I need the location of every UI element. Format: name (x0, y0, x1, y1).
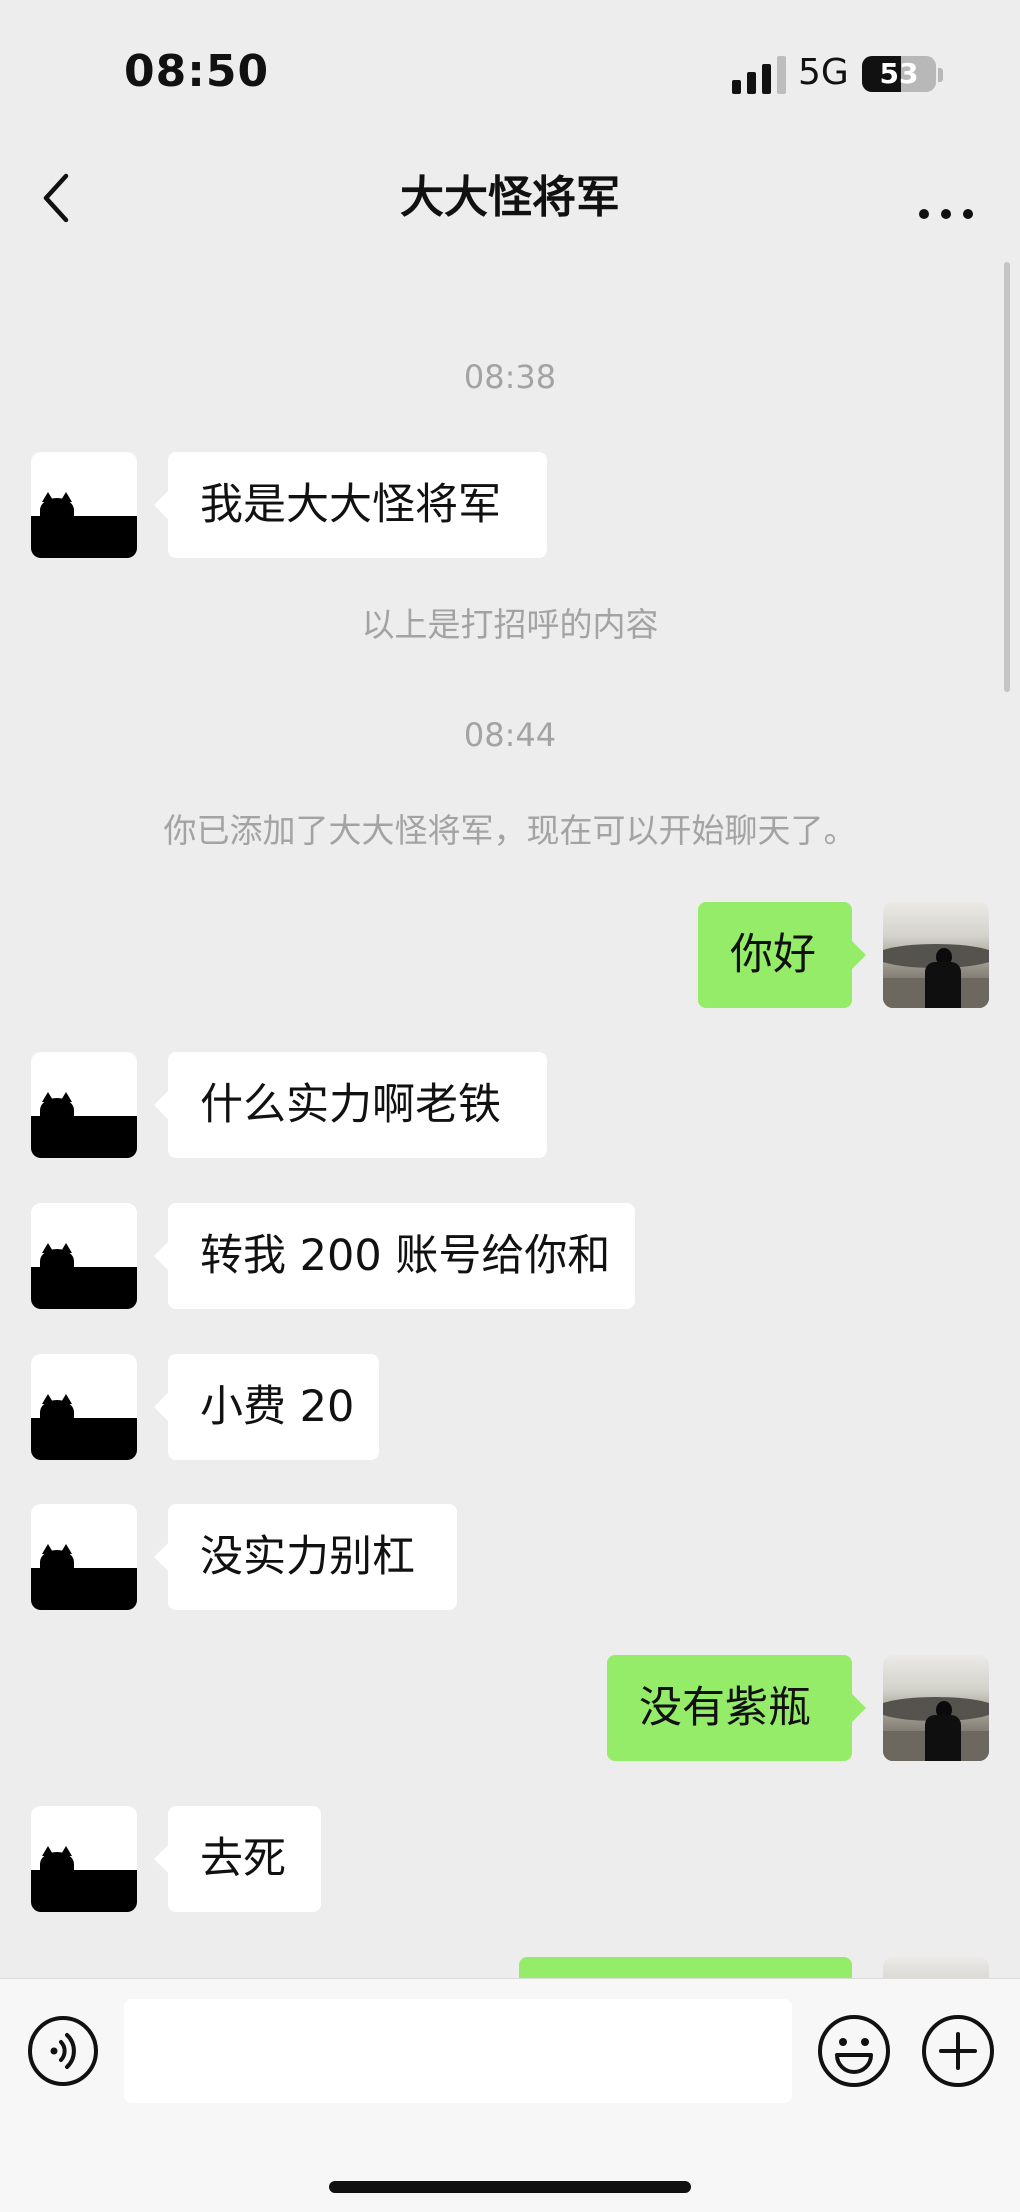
voice-wave-icon (28, 2016, 98, 2086)
plus-circle-icon (922, 2015, 994, 2087)
message-bubble-incoming[interactable]: 没实力别杠 (154, 1504, 457, 1610)
message-bubble-incoming[interactable]: 什么实力啊老铁 (154, 1052, 547, 1158)
input-bar (0, 1978, 1020, 2212)
message-bubble-incoming[interactable]: 小费 20 (154, 1354, 379, 1460)
ellipsis-icon (919, 209, 973, 219)
chat-header: 大大怪将军 (0, 150, 1020, 246)
contact-avatar[interactable] (31, 452, 137, 558)
battery-icon: 53 (862, 56, 936, 92)
timestamp: 08:44 (463, 716, 557, 754)
message-bubble-outgoing[interactable] (519, 1957, 852, 1978)
contact-avatar[interactable] (31, 1504, 137, 1610)
battery-percentage: 53 (879, 57, 919, 90)
network-type: 5G (798, 52, 849, 93)
timestamp: 08:38 (463, 358, 557, 396)
message-text: 你好 (730, 930, 816, 980)
voice-input-button[interactable] (27, 2015, 99, 2087)
status-time: 08:50 (124, 46, 270, 97)
smiley-icon (818, 2015, 890, 2087)
friend-added-notice: 你已添加了大大怪将军，现在可以开始聊天了。 (163, 811, 857, 850)
message-bubble-incoming[interactable]: 去死 (154, 1806, 321, 1912)
message-text: 小费 20 (200, 1382, 355, 1432)
message-text: 我是大大怪将军 (200, 480, 501, 530)
more-functions-button[interactable] (920, 2013, 996, 2089)
message-bubble-outgoing[interactable]: 你好 (698, 902, 866, 1008)
my-avatar[interactable] (883, 1655, 989, 1761)
battery-cap (938, 68, 943, 82)
message-text: 去死 (200, 1834, 286, 1884)
greeting-notice: 以上是打招呼的内容 (361, 605, 659, 644)
message-bubble-outgoing[interactable]: 没有紫瓶 (607, 1655, 866, 1761)
message-input[interactable] (124, 1999, 792, 2103)
status-bar: 08:50 5G 53 (0, 0, 1020, 150)
message-bubble-incoming[interactable]: 转我 200 账号给你和 (154, 1203, 635, 1309)
home-indicator[interactable] (329, 2181, 691, 2193)
contact-avatar[interactable] (31, 1052, 137, 1158)
cellular-signal-icon (732, 56, 786, 94)
message-text: 转我 200 账号给你和 (200, 1231, 611, 1281)
emoji-button[interactable] (816, 2013, 892, 2089)
my-avatar[interactable] (883, 1957, 989, 1978)
message-text: 什么实力啊老铁 (200, 1080, 501, 1130)
chat-title: 大大怪将军 (400, 172, 620, 223)
contact-avatar[interactable] (31, 1806, 137, 1912)
message-text: 没实力别杠 (200, 1532, 415, 1582)
back-button[interactable] (30, 168, 90, 228)
my-avatar[interactable] (883, 902, 989, 1008)
contact-avatar[interactable] (31, 1203, 137, 1309)
contact-avatar[interactable] (31, 1354, 137, 1460)
chevron-left-icon (43, 173, 69, 223)
message-bubble-incoming[interactable]: 我是大大怪将军 (154, 452, 547, 558)
message-text: 没有紫瓶 (639, 1683, 811, 1733)
chat-message-list[interactable]: 08:38 我是大大怪将军 以上是打招呼的内容 08:44 你已添加了大大怪将军… (0, 246, 1020, 1978)
more-options-button[interactable] (912, 168, 980, 228)
